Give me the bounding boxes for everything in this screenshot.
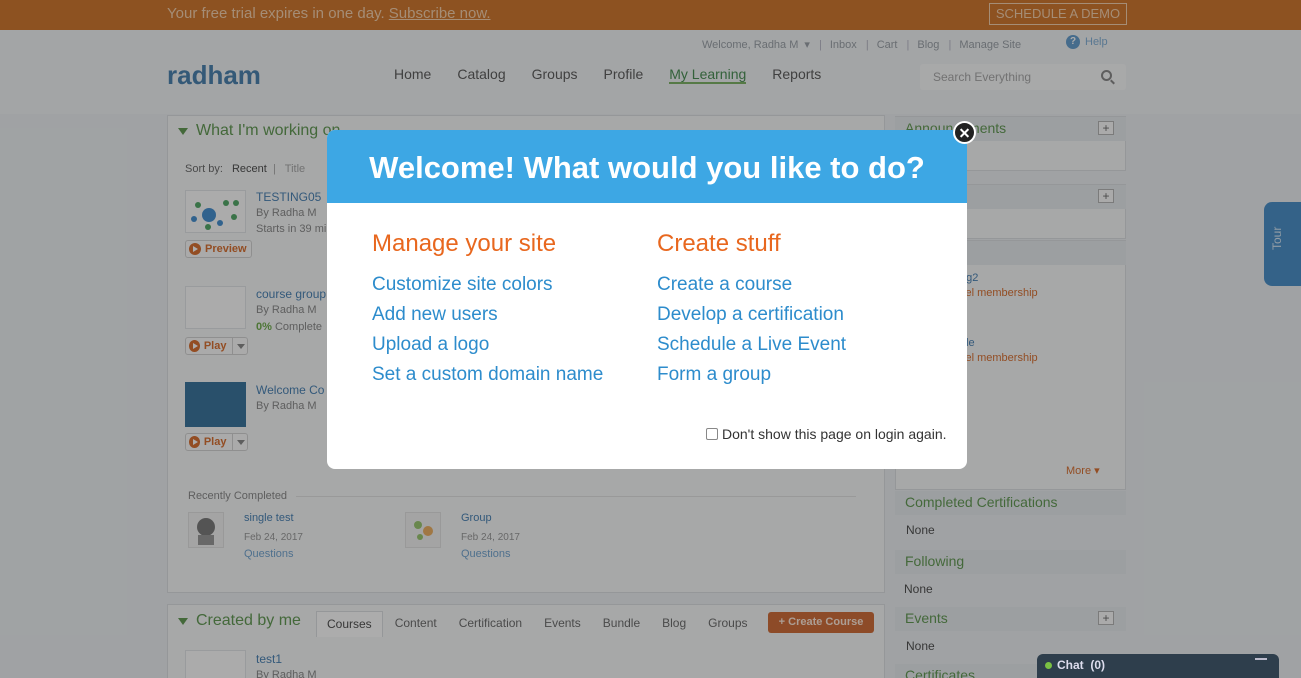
welcome-modal: Welcome! What would you like to do? Mana… [327, 130, 967, 469]
develop-certification-link[interactable]: Develop a certification [657, 304, 844, 326]
manage-site-heading: Manage your site [372, 230, 557, 257]
upload-logo-link[interactable]: Upload a logo [372, 334, 489, 356]
create-course-link[interactable]: Create a course [657, 274, 792, 296]
dont-show-label[interactable]: Don't show this page on login again. [722, 426, 947, 442]
modal-header: Welcome! What would you like to do? [327, 130, 967, 203]
close-icon[interactable] [953, 121, 976, 144]
customize-colors-link[interactable]: Customize site colors [372, 274, 553, 296]
schedule-live-event-link[interactable]: Schedule a Live Event [657, 334, 846, 356]
add-users-link[interactable]: Add new users [372, 304, 498, 326]
chat-label: Chat (0) [1057, 658, 1106, 672]
create-stuff-heading: Create stuff [657, 230, 781, 257]
dont-show-again: Don't show this page on login again. [706, 426, 947, 442]
minimize-icon[interactable] [1255, 658, 1267, 660]
custom-domain-link[interactable]: Set a custom domain name [372, 364, 603, 386]
form-group-link[interactable]: Form a group [657, 364, 771, 386]
dont-show-checkbox[interactable] [706, 428, 718, 440]
chat-bar[interactable]: Chat (0) [1037, 654, 1279, 678]
modal-title: Welcome! What would you like to do? [369, 150, 925, 185]
online-status-icon [1045, 662, 1052, 669]
